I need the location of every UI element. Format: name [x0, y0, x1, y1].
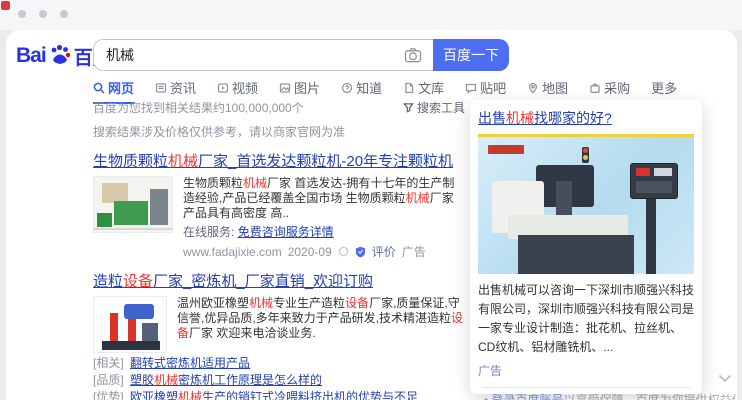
- ad-card-image[interactable]: [478, 134, 694, 274]
- news-icon: [155, 82, 167, 94]
- search-box: [93, 39, 433, 71]
- panel-keys: [636, 181, 672, 193]
- related-row: [品质] 塑胶机械密炼机工作原理是怎么样的: [93, 372, 465, 389]
- guarantee-shield-icon[interactable]: [355, 246, 366, 258]
- machine-part: [110, 313, 118, 341]
- tab-label: 图片: [294, 78, 320, 97]
- image-icon: [279, 82, 291, 94]
- related-link[interactable]: 翻转式密炼机适用产品: [130, 356, 250, 370]
- forum-icon: [465, 82, 477, 94]
- ad-card-description: 出售机械可以咨询一下深圳市顺强兴科技有限公司，深圳市顺强兴科技有限公司是一家专业…: [478, 281, 694, 357]
- ad-label: 广告: [402, 243, 426, 260]
- machine-part: [128, 319, 136, 343]
- ad-card: 出售机械找哪家的好? 出售机械可以咨询一下深圳市顺强兴科技有限公司，深圳市顺强兴…: [470, 100, 702, 394]
- tab-more[interactable]: 更多: [651, 78, 677, 102]
- machine-part: [124, 304, 154, 319]
- tab-label: 贴吧: [480, 78, 506, 97]
- price-disclaimer: 搜索结果涉及价格仅供参考，请以商家官网为准: [93, 123, 465, 140]
- results-count: 百度为您找到相关结果约100,000,000个: [93, 99, 304, 116]
- result-meta: www.fadajixie.com 2020-09 评价 广告: [183, 243, 465, 260]
- service-label: 在线服务:: [183, 225, 234, 239]
- ad-card-ad-label[interactable]: 广告: [478, 362, 694, 379]
- tab-label: 知道: [356, 78, 382, 97]
- result-link[interactable]: 生物质颗粒机械厂家_首选发达颗粒机-20年专注颗粒机: [93, 153, 453, 170]
- machine-part: [142, 323, 158, 341]
- machine-logo: [488, 145, 524, 154]
- service-line: 在线服务: 免费咨询服务详情: [183, 223, 465, 240]
- result-title: 生物质颗粒机械厂家_首选发达颗粒机-20年专注颗粒机: [93, 150, 465, 171]
- logo-text-bai: Bai: [16, 44, 46, 68]
- panel-screen: [654, 168, 672, 176]
- service-link[interactable]: 免费咨询服务详情: [238, 225, 334, 239]
- related-row: [相关] 翻转式密炼机适用产品: [93, 355, 465, 372]
- result-description: 生物质颗粒机械厂家 首选发达-拥有十七年的生产制造经验,产品已经覆盖全国市场 生…: [183, 176, 465, 221]
- recording-indicator-icon: [1, 1, 10, 10]
- related-links: [相关] 翻转式密炼机适用产品 [品质] 塑胶机械密炼机工作原理是怎么样的 [优…: [93, 355, 465, 400]
- bag-icon: [589, 82, 601, 94]
- results-column: 百度为您找到相关结果约100,000,000个 搜索工具 搜索结果涉及价格仅供参…: [93, 99, 465, 400]
- related-tag: [品质]: [93, 373, 124, 387]
- camera-icon[interactable]: [403, 45, 423, 65]
- result-url: www.fadajixie.com: [183, 245, 282, 259]
- tab-label: 网页: [108, 78, 134, 97]
- card-divider: [482, 387, 690, 388]
- review-link[interactable]: 评价: [372, 243, 396, 260]
- browser-titlebar: [0, 0, 742, 30]
- tab-label: 地图: [542, 78, 568, 97]
- tab-tieba[interactable]: 贴吧: [465, 78, 506, 102]
- machine-part: [102, 341, 160, 350]
- tab-label: 更多: [651, 78, 677, 97]
- related-link[interactable]: 塑胶机械密炼机工作原理是怎么样的: [130, 373, 322, 387]
- tab-label: 资讯: [170, 78, 196, 97]
- paw-icon: [47, 41, 73, 72]
- location-icon: [527, 82, 539, 94]
- related-link[interactable]: 欧亚橡塑机械生产的销钉式冷喂料挤出机的优势与不足: [130, 390, 418, 400]
- result-body: 生物质颗粒机械厂家 首选发达-拥有十七年的生产制造经验,产品已经覆盖全国市场 生…: [93, 176, 465, 260]
- tab-caigou[interactable]: 采购: [589, 78, 630, 102]
- search-input[interactable]: [94, 47, 403, 63]
- snapshot-icon[interactable]: [338, 246, 349, 257]
- machine-part: [646, 195, 656, 274]
- search-button[interactable]: 百度一下: [433, 39, 509, 71]
- machine-part: [518, 235, 634, 274]
- result-title: 造粒设备厂家_密炼机_厂家直销_欢迎订购: [93, 270, 465, 291]
- search-tools-button[interactable]: 搜索工具: [403, 99, 465, 116]
- result-body: 温州欧亚橡塑机械专业生产造粒设备厂家,质量保证,守信誉,优异品质,多年来致力于产…: [93, 296, 465, 353]
- window-control-dot[interactable]: [39, 10, 47, 18]
- machine-part: [94, 228, 173, 230]
- tab-label: 文库: [418, 78, 444, 97]
- ad-card-title: 出售机械找哪家的好?: [478, 108, 694, 128]
- related-row: [优势] 欧亚橡塑机械生产的销钉式冷喂料挤出机的优势与不足: [93, 389, 465, 400]
- machine-part: [556, 181, 572, 215]
- chevron-down-icon[interactable]: [718, 374, 732, 383]
- question-icon: [341, 82, 353, 94]
- doc-icon: [403, 82, 415, 94]
- filter-icon: [403, 102, 414, 113]
- result-description: 温州欧亚橡塑机械专业生产造粒设备厂家,质量保证,守信誉,优异品质,多年来致力于产…: [177, 296, 465, 341]
- login-link[interactable]: 登录百度账号: [492, 393, 564, 400]
- related-tag: [优势]: [93, 390, 124, 400]
- search-tools-label: 搜索工具: [417, 99, 465, 116]
- related-tag: [相关]: [93, 356, 124, 370]
- machine-part: [583, 155, 588, 160]
- ad-card-link[interactable]: 出售机械找哪家的好?: [478, 110, 612, 126]
- tab-maps[interactable]: 地图: [527, 78, 568, 102]
- video-icon: [217, 82, 229, 94]
- tab-label: 采购: [604, 78, 630, 97]
- search-icon: [93, 82, 105, 94]
- machine-part: [583, 148, 588, 153]
- machine-part: [150, 189, 168, 225]
- machine-part: [102, 183, 128, 203]
- result-date: 2020-09: [288, 245, 332, 259]
- tab-label: 视频: [232, 78, 258, 97]
- machine-part: [97, 213, 112, 227]
- result-thumbnail[interactable]: [93, 176, 173, 233]
- screen: Bai 百度 百度一下 网页 资讯 视频: [0, 0, 742, 400]
- machine-part: [114, 201, 148, 225]
- panel-screen: [636, 168, 650, 176]
- result-link[interactable]: 造粒设备厂家_密炼机_厂家直销_欢迎订购: [93, 273, 373, 290]
- window-control-dot[interactable]: [60, 10, 68, 18]
- window-control-dot[interactable]: [18, 10, 26, 18]
- result-thumbnail[interactable]: [93, 296, 167, 353]
